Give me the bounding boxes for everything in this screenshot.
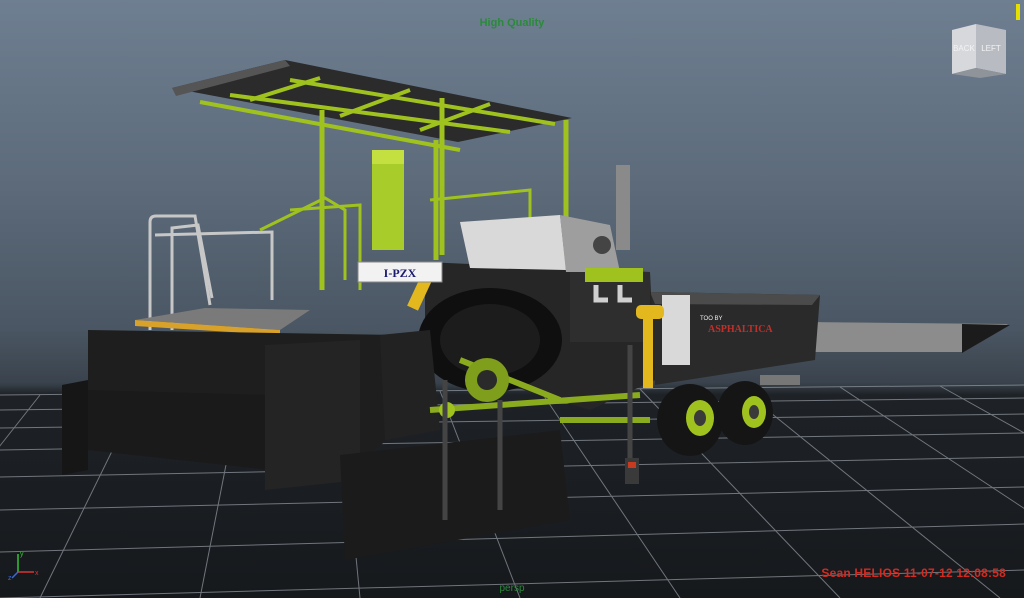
quality-label: High Quality: [479, 17, 545, 29]
operator-seat[interactable]: [372, 150, 404, 250]
render-stamp: Sean HELIOS 11-07-12 12:08:58: [821, 566, 1006, 580]
svg-text:LEFT: LEFT: [981, 44, 1001, 53]
svg-text:BACK: BACK: [953, 44, 975, 53]
view-cube[interactable]: BACK LEFT: [948, 22, 1010, 78]
viewport-marker: [1016, 4, 1020, 20]
rear-wheels[interactable]: [657, 381, 773, 456]
3d-viewport[interactable]: I-PZX TOO BY ASPHALTICA High Quality per…: [0, 0, 1024, 598]
asphalt-paver-model[interactable]: I-PZX TOO BY ASPHALTICA: [0, 0, 1024, 598]
svg-text:TOO BY: TOO BY: [700, 316, 723, 322]
svg-text:I-PZX: I-PZX: [384, 266, 417, 280]
cab-decal: I-PZX: [357, 261, 443, 283]
axis-gizmo: y x z: [8, 551, 39, 580]
canopy-roof[interactable]: [172, 60, 572, 142]
svg-text:ASPHALTICA: ASPHALTICA: [708, 324, 773, 335]
svg-text:x: x: [35, 570, 39, 577]
svg-text:y: y: [20, 551, 24, 558]
exhaust-stack: [616, 165, 630, 250]
camera-label: persp: [499, 583, 525, 594]
svg-text:z: z: [8, 575, 12, 580]
